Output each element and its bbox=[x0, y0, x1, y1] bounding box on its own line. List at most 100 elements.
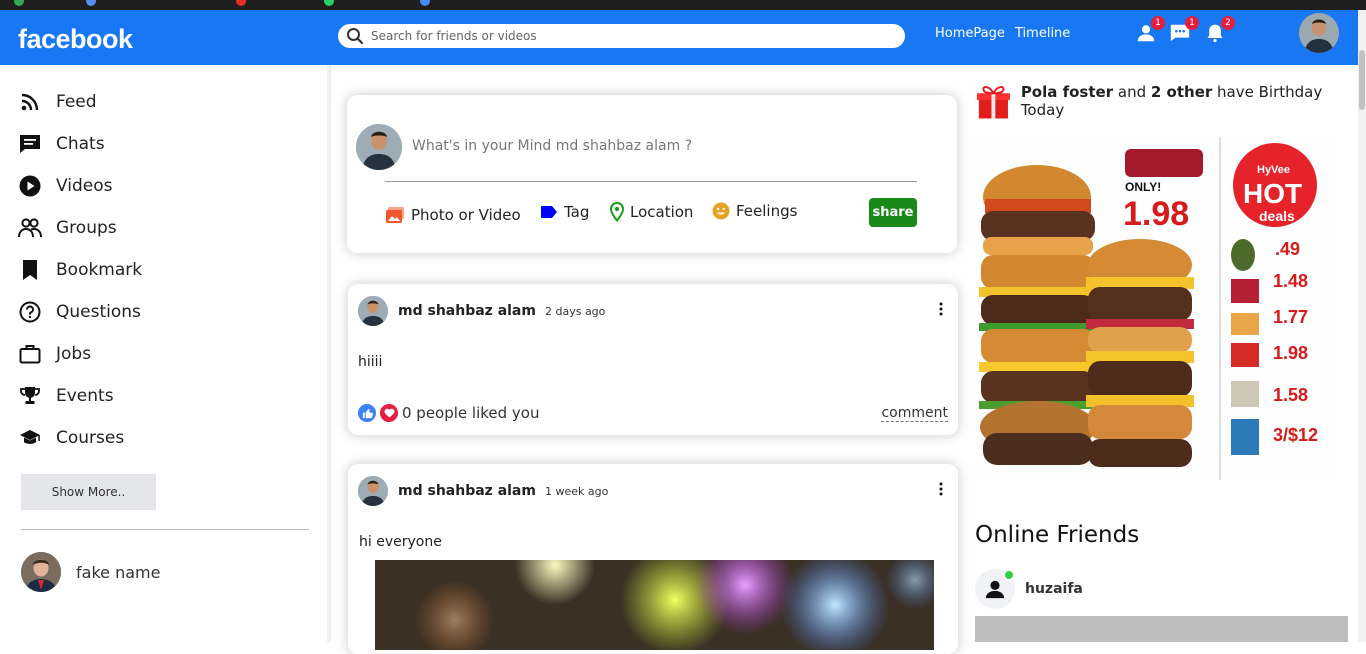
ad-brand-hot: HOT bbox=[1243, 178, 1302, 209]
group-icon bbox=[18, 216, 42, 240]
birthday-text: Pola foster and 2 other have Birthday To… bbox=[1020, 83, 1323, 119]
sidebar-item-bookmark[interactable]: Bookmark bbox=[18, 258, 142, 282]
friend-requests-button[interactable]: 1 bbox=[1135, 16, 1165, 46]
notification-badge: 1 bbox=[1151, 16, 1165, 30]
left-sidebar: Feed Chats Videos Groups Bookmark Questi… bbox=[0, 65, 327, 642]
sidebar-item-label: Bookmark bbox=[56, 260, 143, 280]
gift-icon bbox=[976, 86, 1010, 119]
notifications-button[interactable]: 2 bbox=[1205, 16, 1235, 46]
sidebar-divider bbox=[21, 529, 309, 530]
burger-ad-graphic: ONLY! 1.98 HyVee HOT deals .49 1.48 1.77… bbox=[975, 137, 1337, 480]
location-option[interactable]: Location bbox=[610, 202, 693, 222]
post-text: hiiii bbox=[358, 354, 383, 370]
more-options-icon[interactable] bbox=[938, 302, 944, 316]
share-box: What's in your Mind md shahbaz alam ? Ph… bbox=[347, 95, 957, 253]
search-bar[interactable] bbox=[338, 24, 905, 48]
play-circle-icon bbox=[18, 174, 42, 198]
ad-brand-top: HyVee bbox=[1257, 164, 1290, 176]
option-label: Photo or Video bbox=[411, 206, 521, 224]
author-avatar[interactable] bbox=[358, 476, 388, 506]
help-circle-icon bbox=[18, 300, 42, 324]
search-icon bbox=[347, 28, 364, 45]
timeline-link[interactable]: Timeline bbox=[1015, 26, 1070, 41]
sidebar-item-questions[interactable]: Questions bbox=[18, 300, 141, 324]
sidebar-item-label: Feed bbox=[56, 92, 97, 112]
ad-price: .49 bbox=[1275, 239, 1300, 259]
heart-icon[interactable] bbox=[380, 404, 398, 422]
comment-link[interactable]: comment bbox=[881, 405, 948, 422]
messages-button[interactable]: 1 bbox=[1169, 16, 1199, 46]
sidebar-item-label: Groups bbox=[56, 218, 117, 238]
gmail-tab-icon bbox=[14, 0, 24, 6]
sidebar-item-events[interactable]: Events bbox=[18, 384, 114, 408]
sidebar-item-label: Jobs bbox=[56, 344, 92, 364]
post-author[interactable]: md shahbaz alam bbox=[398, 303, 536, 319]
like-icon[interactable] bbox=[358, 404, 376, 422]
birthday-others[interactable]: 2 other bbox=[1151, 83, 1212, 101]
feelings-option[interactable]: Feelings bbox=[712, 202, 797, 220]
rss-icon bbox=[18, 90, 42, 114]
post-text: hi everyone bbox=[359, 534, 442, 550]
homepage-link[interactable]: HomePage bbox=[935, 26, 1005, 41]
tab-icon bbox=[420, 0, 430, 6]
ad-price: 1.58 bbox=[1273, 385, 1308, 405]
post-header: md shahbaz alam 2 days ago bbox=[358, 296, 605, 326]
option-label: Location bbox=[630, 203, 694, 221]
photo-video-option[interactable]: Photo or Video bbox=[385, 206, 521, 224]
birthday-name[interactable]: Pola foster bbox=[1021, 83, 1113, 101]
tag-icon bbox=[541, 206, 557, 218]
friend-name: fake name bbox=[76, 562, 161, 582]
share-prompt[interactable]: What's in your Mind md shahbaz alam ? bbox=[412, 138, 692, 154]
sidebar-item-label: Videos bbox=[56, 176, 113, 196]
sidebar-item-chats[interactable]: Chats bbox=[18, 132, 105, 156]
tag-option[interactable]: Tag bbox=[540, 203, 589, 221]
right-panel-placeholder bbox=[975, 616, 1348, 642]
notification-badge: 1 bbox=[1185, 16, 1199, 30]
online-friend-name: huzaifa bbox=[1025, 581, 1083, 597]
share-button[interactable]: share bbox=[869, 198, 917, 227]
friend-item[interactable]: fake name bbox=[21, 552, 160, 592]
whatsapp-tab-icon bbox=[324, 0, 334, 6]
online-friends-title: Online Friends bbox=[975, 522, 1140, 548]
author-avatar[interactable] bbox=[358, 296, 388, 326]
smiley-icon bbox=[712, 202, 730, 220]
post-card: md shahbaz alam 1 week ago hi everyone bbox=[348, 464, 958, 654]
youtube-tab-icon bbox=[236, 0, 246, 6]
post-header: md shahbaz alam 1 week ago bbox=[358, 476, 608, 506]
avatar-photo bbox=[1299, 13, 1339, 53]
sidebar-item-label: Questions bbox=[56, 302, 141, 322]
sidebar-item-jobs[interactable]: Jobs bbox=[18, 342, 91, 366]
post-author[interactable]: md shahbaz alam bbox=[398, 483, 536, 499]
friend-avatar bbox=[21, 552, 61, 592]
browser-tab-strip bbox=[0, 0, 1366, 10]
right-sidebar: Pola foster and 2 other have Birthday To… bbox=[970, 65, 1360, 642]
post-time: 2 days ago bbox=[544, 304, 606, 318]
search-input[interactable] bbox=[371, 29, 891, 43]
post-card: md shahbaz alam 2 days ago hiiii 0 peopl… bbox=[348, 284, 958, 435]
option-label: Tag bbox=[564, 203, 590, 221]
online-status-dot bbox=[1003, 569, 1015, 581]
sidebar-item-label: Events bbox=[56, 386, 114, 406]
sidebar-border bbox=[327, 65, 331, 642]
facebook-logo[interactable]: facebook bbox=[18, 24, 133, 55]
likes-count: 0 people liked you bbox=[402, 404, 540, 422]
sidebar-item-feed[interactable]: Feed bbox=[18, 90, 97, 114]
friend-avatar bbox=[975, 569, 1015, 609]
nav-links: HomePage Timeline bbox=[935, 26, 1076, 41]
person-icon bbox=[985, 580, 1005, 599]
ad-main-price: 1.98 bbox=[1123, 195, 1189, 233]
notification-badge: 2 bbox=[1221, 16, 1235, 30]
sidebar-item-courses[interactable]: Courses bbox=[18, 426, 124, 450]
user-avatar bbox=[356, 124, 402, 170]
sidebar-item-groups[interactable]: Groups bbox=[18, 216, 117, 240]
advertisement-image[interactable]: ONLY! 1.98 HyVee HOT deals .49 1.48 1.77… bbox=[975, 137, 1337, 480]
ad-price: 1.48 bbox=[1273, 271, 1308, 291]
show-more-button[interactable]: Show More.. bbox=[21, 474, 156, 510]
profile-avatar[interactable] bbox=[1299, 13, 1339, 53]
sidebar-item-videos[interactable]: Videos bbox=[18, 174, 113, 198]
online-friend-item[interactable]: huzaifa bbox=[975, 569, 1083, 609]
post-image bbox=[375, 560, 934, 650]
sidebar-item-label: Courses bbox=[56, 428, 125, 448]
photo-icon bbox=[386, 207, 404, 223]
more-options-icon[interactable] bbox=[938, 482, 944, 496]
